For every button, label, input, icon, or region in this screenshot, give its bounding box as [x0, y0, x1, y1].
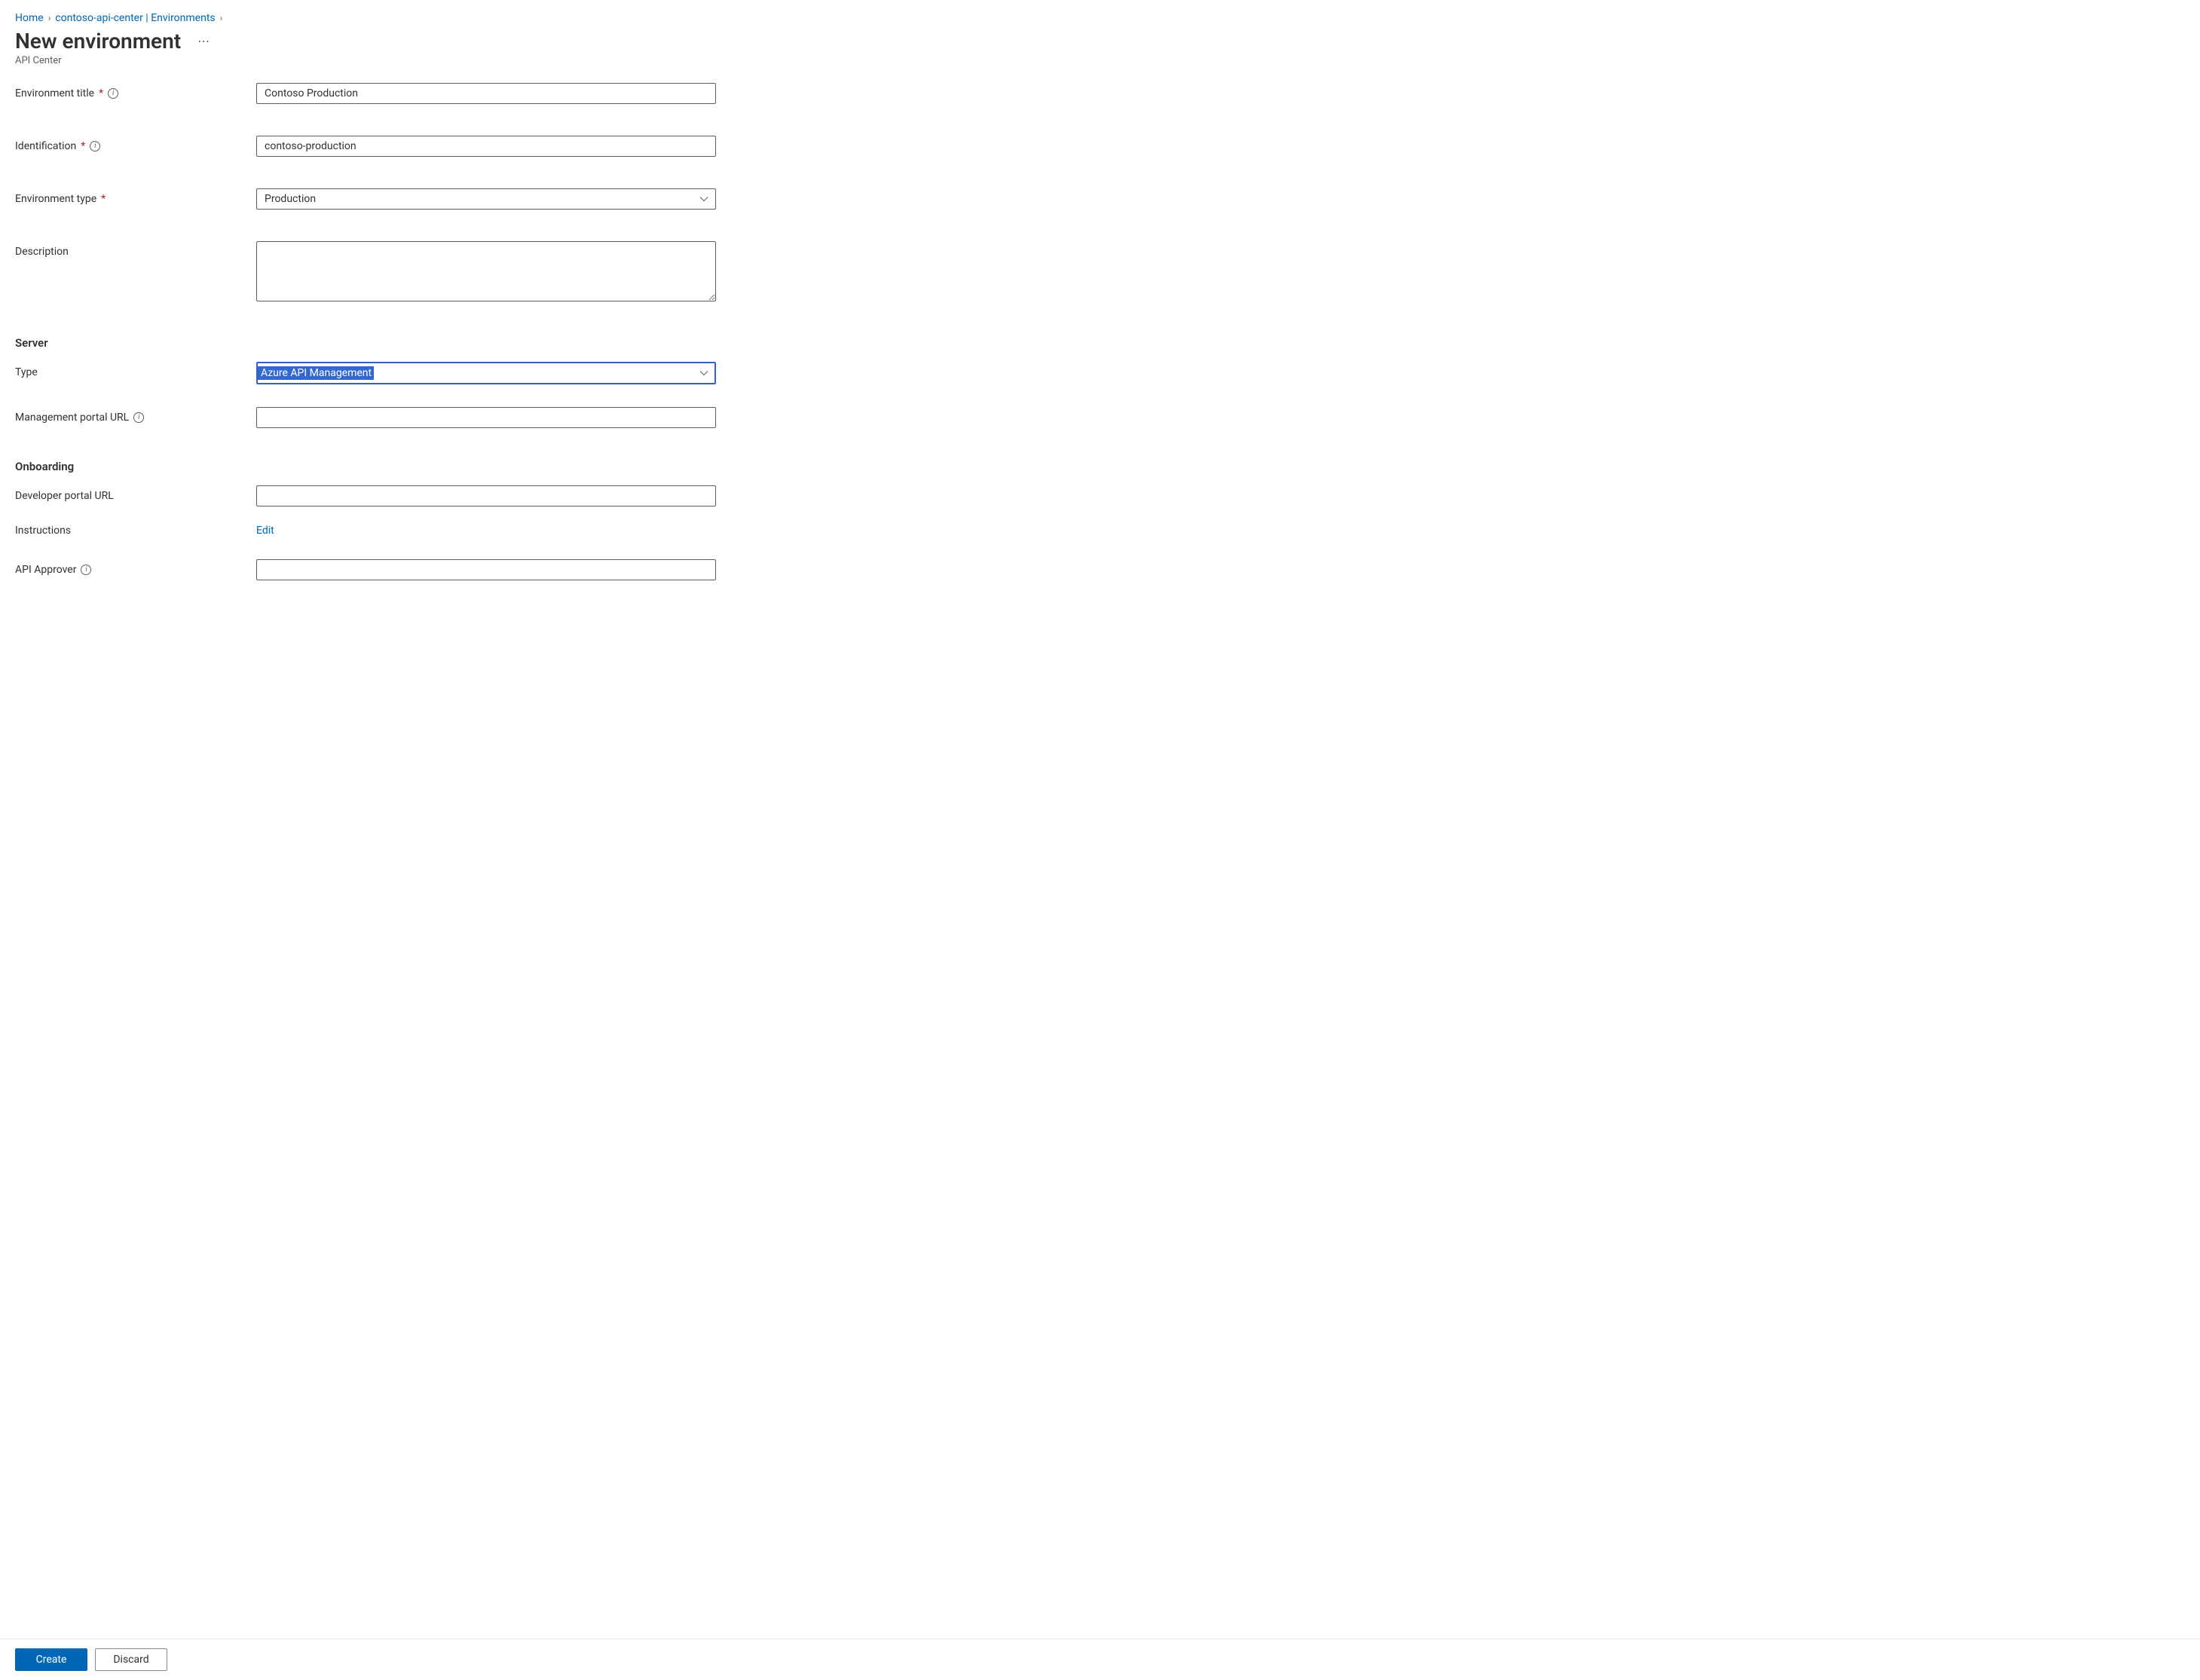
- env-type-value: Production: [265, 193, 316, 205]
- server-type-select[interactable]: Azure API Management: [256, 362, 716, 384]
- info-icon[interactable]: i: [133, 412, 144, 423]
- chevron-right-icon: ›: [48, 13, 51, 23]
- info-icon[interactable]: i: [90, 141, 100, 151]
- dev-url-label: Developer portal URL: [15, 490, 114, 502]
- required-indicator: *: [101, 193, 106, 205]
- approver-label: API Approver: [15, 564, 76, 576]
- server-type-value: Azure API Management: [258, 366, 374, 380]
- env-type-select[interactable]: Production: [256, 188, 716, 210]
- info-icon[interactable]: i: [108, 88, 118, 99]
- create-button[interactable]: Create: [15, 1648, 87, 1671]
- env-title-input[interactable]: [256, 83, 716, 104]
- page-subtitle: API Center: [15, 55, 2185, 66]
- server-section-title: Server: [15, 336, 2185, 350]
- identification-label: Identification: [15, 140, 76, 152]
- more-actions-button[interactable]: ⋯: [193, 31, 216, 52]
- server-type-label: Type: [15, 366, 38, 378]
- description-label: Description: [15, 246, 69, 258]
- footer-actions: Create Discard: [0, 1639, 2200, 1680]
- onboarding-section-title: Onboarding: [15, 460, 2185, 473]
- instructions-edit-link[interactable]: Edit: [256, 525, 274, 537]
- identification-input[interactable]: [256, 136, 716, 157]
- dev-url-input[interactable]: [256, 485, 716, 506]
- env-type-label: Environment type: [15, 193, 96, 205]
- mgmt-url-label: Management portal URL: [15, 412, 129, 424]
- instructions-label: Instructions: [15, 525, 71, 537]
- info-icon[interactable]: i: [81, 565, 91, 575]
- mgmt-url-input[interactable]: [256, 407, 716, 428]
- env-title-label: Environment title: [15, 87, 94, 99]
- discard-button[interactable]: Discard: [95, 1648, 167, 1671]
- chevron-right-icon: ›: [220, 13, 223, 23]
- breadcrumb-home[interactable]: Home: [15, 12, 44, 24]
- approver-input[interactable]: [256, 559, 716, 580]
- breadcrumb: Home › contoso-api-center | Environments…: [15, 12, 2185, 24]
- required-indicator: *: [81, 140, 85, 152]
- breadcrumb-resource[interactable]: contoso-api-center | Environments: [55, 12, 215, 24]
- required-indicator: *: [99, 87, 103, 99]
- ellipsis-icon: ⋯: [197, 34, 211, 48]
- description-textarea[interactable]: [256, 241, 716, 301]
- page-title: New environment: [15, 29, 181, 54]
